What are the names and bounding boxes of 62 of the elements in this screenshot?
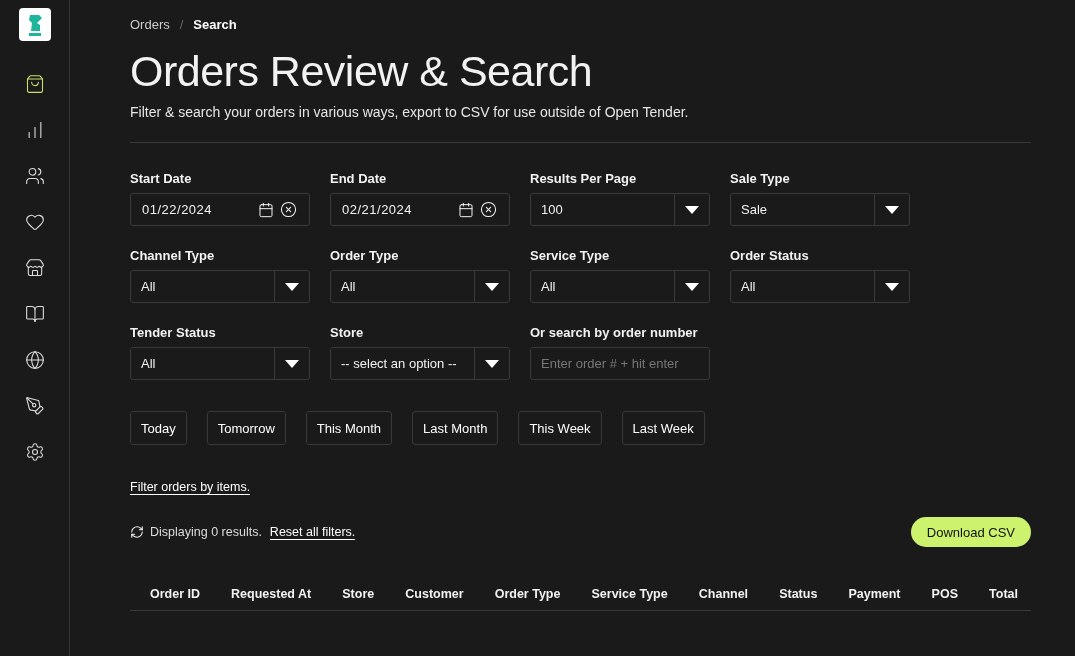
date-field[interactable]: 01/22/2024 [130, 193, 310, 226]
select-field[interactable]: All [130, 270, 310, 303]
date-range-button[interactable]: Last Week [621, 411, 705, 445]
field-label: Start Date [130, 171, 193, 186]
column-header: Requested At [231, 587, 312, 601]
field-label: Order Status [730, 248, 810, 263]
field-label: End Date [330, 171, 388, 186]
download-csv-button[interactable]: Download CSV [910, 517, 1031, 547]
select-field[interactable]: All [330, 270, 510, 303]
column-header: Status [779, 587, 818, 601]
filter-items-link[interactable]: Filter orders by items. [130, 480, 251, 495]
field-label: Channel Type [130, 248, 216, 263]
calendar-icon[interactable] [258, 201, 274, 218]
caret-icon [685, 282, 699, 291]
clear-icon[interactable] [280, 201, 297, 218]
refresh-icon[interactable] [130, 525, 144, 539]
column-header: Order Type [494, 587, 561, 601]
caret-icon [885, 205, 899, 214]
column-header: Order ID [150, 587, 200, 601]
field-label: Order Type [330, 248, 400, 263]
date-range-button[interactable]: Last Month [412, 411, 499, 445]
page-title: Orders Review & Search [130, 47, 594, 96]
caret-icon [485, 282, 499, 291]
order-number-field[interactable]: Enter order # + hit enter [530, 347, 710, 380]
column-header: Store [342, 587, 375, 601]
date-field[interactable]: 02/21/2024 [330, 193, 510, 226]
breadcrumb-item[interactable]: Orders [130, 17, 170, 32]
select-field[interactable]: -- select an option -- [330, 347, 510, 380]
select-field[interactable]: All [530, 270, 710, 303]
caret-icon [285, 359, 299, 368]
field-label: Or search by order number [530, 325, 699, 340]
date-range-button[interactable]: Today [130, 411, 187, 445]
column-header: POS [931, 587, 958, 601]
clear-icon[interactable] [480, 201, 497, 218]
caret-icon [485, 359, 499, 368]
logo-icon[interactable] [18, 8, 51, 41]
caret-icon [285, 282, 299, 291]
select-field[interactable]: All [730, 270, 910, 303]
caret-icon [885, 282, 899, 291]
results-count: Displaying 0 results. [150, 525, 262, 539]
column-header: Payment [848, 587, 901, 601]
column-header: Channel [698, 587, 749, 601]
breadcrumb-separator: / [179, 17, 184, 32]
date-range-button[interactable]: This Month [305, 411, 393, 445]
breadcrumb-item: Search [193, 17, 237, 32]
calendar-icon[interactable] [458, 201, 474, 218]
select-field[interactable]: 100 [530, 193, 710, 226]
field-label: Sale Type [730, 171, 791, 186]
field-label: Results Per Page [530, 171, 638, 186]
column-header: Service Type [591, 587, 668, 601]
select-field[interactable]: Sale [730, 193, 910, 226]
select-field[interactable]: All [130, 347, 310, 380]
field-label: Store [330, 325, 365, 340]
reset-filters-link[interactable]: Reset all filters. [269, 524, 356, 540]
column-header: Total [989, 587, 1018, 601]
date-range-button[interactable]: This Week [518, 411, 602, 445]
caret-icon [685, 205, 699, 214]
field-label: Tender Status [130, 325, 217, 340]
column-header: Customer [405, 587, 464, 601]
page-subtitle: Filter & search your orders in various ways, export to CSV for use outside of Open Tender. [130, 104, 690, 120]
field-label: Service Type [530, 248, 611, 263]
date-range-button[interactable]: Tomorrow [206, 411, 286, 445]
